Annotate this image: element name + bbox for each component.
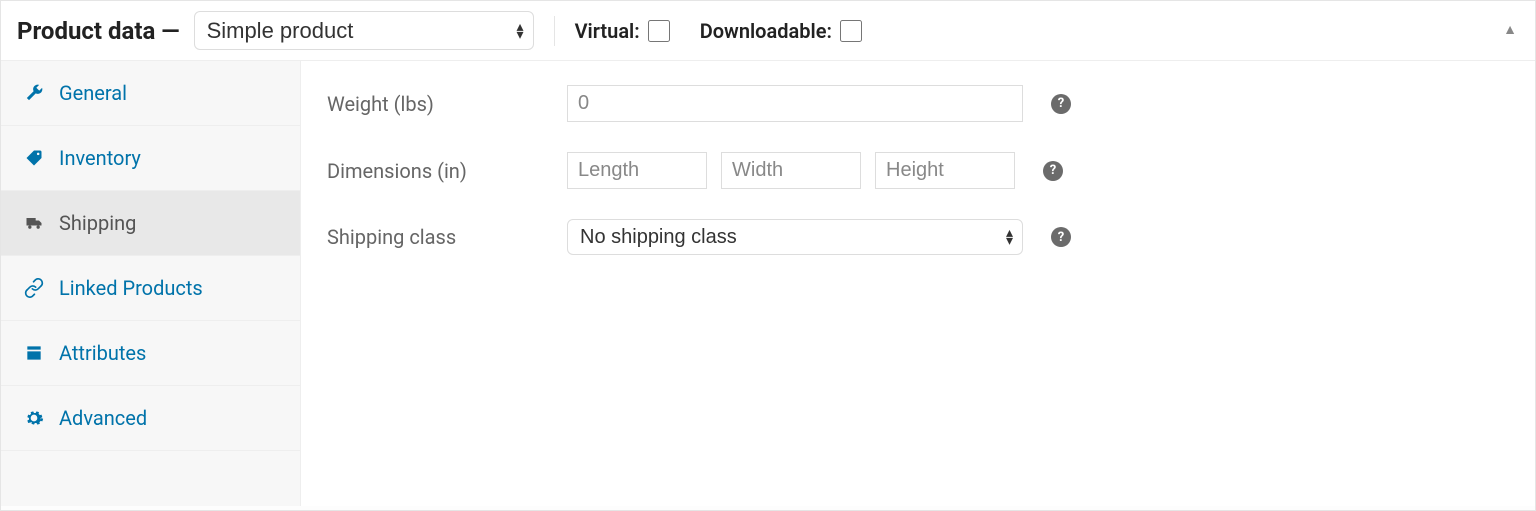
- weight-row: Weight (lbs) ?: [327, 85, 1509, 122]
- width-input[interactable]: [721, 152, 861, 189]
- downloadable-field: Downloadable:: [700, 19, 862, 43]
- tab-label: Shipping: [59, 211, 136, 235]
- shipping-class-label: Shipping class: [327, 225, 567, 249]
- length-input[interactable]: [567, 152, 707, 189]
- tab-attributes[interactable]: Attributes: [1, 321, 300, 386]
- gear-icon: [23, 407, 45, 429]
- tab-label: Linked Products: [59, 276, 203, 300]
- help-icon[interactable]: ?: [1043, 161, 1063, 181]
- help-icon[interactable]: ?: [1051, 227, 1071, 247]
- tabs-nav: General Inventory Shipping Linked Produc…: [1, 61, 301, 506]
- downloadable-checkbox[interactable]: [840, 20, 862, 42]
- product-type-select[interactable]: Simple product: [194, 11, 534, 50]
- virtual-field: Virtual:: [575, 19, 670, 43]
- shipping-class-select-wrap: No shipping class ▴▾: [567, 219, 1023, 255]
- dimensions-row: Dimensions (in) ?: [327, 152, 1509, 189]
- separator: [554, 16, 555, 46]
- attributes-icon: [23, 342, 45, 364]
- product-data-panel: Product data — Simple product ▴▾ Virtual…: [0, 0, 1536, 511]
- virtual-label: Virtual:: [575, 19, 640, 43]
- tab-label: Attributes: [59, 341, 146, 365]
- tab-advanced[interactable]: Advanced: [1, 386, 300, 451]
- product-type-select-wrap: Simple product ▴▾: [194, 11, 534, 50]
- panel-body: General Inventory Shipping Linked Produc…: [1, 61, 1535, 506]
- height-input[interactable]: [875, 152, 1015, 189]
- tab-shipping[interactable]: Shipping: [1, 191, 300, 256]
- dimensions-label: Dimensions (in): [327, 159, 567, 183]
- collapse-toggle-icon[interactable]: ▲: [1503, 21, 1517, 38]
- tab-label: General: [59, 81, 127, 105]
- panel-title: Product data —: [17, 17, 180, 45]
- panel-header: Product data — Simple product ▴▾ Virtual…: [1, 1, 1535, 61]
- tab-general[interactable]: General: [1, 61, 300, 126]
- shipping-content: Weight (lbs) ? Dimensions (in) ? Shippin…: [301, 61, 1535, 506]
- wrench-icon: [23, 82, 45, 104]
- tab-inventory[interactable]: Inventory: [1, 126, 300, 191]
- tab-label: Advanced: [59, 406, 147, 430]
- tag-icon: [23, 147, 45, 169]
- dimensions-fields: ?: [567, 152, 1063, 189]
- shipping-class-row: Shipping class No shipping class ▴▾ ?: [327, 219, 1509, 255]
- downloadable-label: Downloadable:: [700, 19, 832, 43]
- tab-label: Inventory: [59, 146, 141, 170]
- virtual-checkbox[interactable]: [648, 20, 670, 42]
- shipping-class-fields: No shipping class ▴▾ ?: [567, 219, 1071, 255]
- tab-linked-products[interactable]: Linked Products: [1, 256, 300, 321]
- weight-fields: ?: [567, 85, 1071, 122]
- help-icon[interactable]: ?: [1051, 94, 1071, 114]
- link-icon: [23, 277, 45, 299]
- truck-icon: [23, 212, 45, 234]
- shipping-class-select[interactable]: No shipping class: [567, 219, 1023, 255]
- weight-input[interactable]: [567, 85, 1023, 122]
- weight-label: Weight (lbs): [327, 92, 567, 116]
